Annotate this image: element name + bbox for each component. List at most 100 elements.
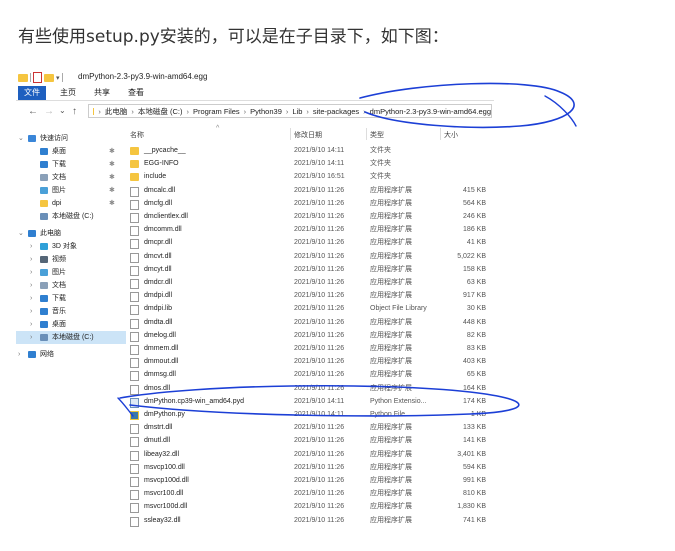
- file-row[interactable]: msvcr100d.dll 2021/9/10 11:26 应用程序扩展 1,830 …: [126, 500, 494, 514]
- file-date: 2021/9/10 14:11: [294, 160, 345, 168]
- chevron-down-icon[interactable]: ⌄: [18, 227, 24, 240]
- nav-item[interactable]: ⌄ 快速访问: [16, 132, 126, 145]
- column-divider[interactable]: [366, 128, 367, 140]
- nav-item[interactable]: › 图片: [16, 266, 126, 279]
- file-name: dmclientlex.dll: [144, 213, 188, 220]
- nav-item[interactable]: › 音乐: [16, 305, 126, 318]
- column-header-type[interactable]: 类型: [370, 130, 384, 140]
- file-row[interactable]: libeay32.dll 2021/9/10 11:26 应用程序扩展 3,401 K…: [126, 448, 494, 461]
- file-row[interactable]: dmdta.dll 2021/9/10 11:26 应用程序扩展 448 KB: [126, 316, 494, 329]
- chevron-right-icon[interactable]: ›: [30, 292, 32, 305]
- file-row[interactable]: msvcp100.dll 2021/9/10 11:26 应用程序扩展 594 KB: [126, 461, 494, 474]
- breadcrumb-site-packages[interactable]: site-packages: [313, 107, 359, 116]
- chevron-right-icon[interactable]: ›: [30, 305, 32, 318]
- address-bar[interactable]: › 此电脑 › 本地磁盘 (C:) › Program Files › Pyth…: [88, 104, 492, 118]
- breadcrumb-local-disk[interactable]: 本地磁盘 (C:): [138, 106, 183, 117]
- file-type: 文件夹: [370, 160, 391, 168]
- file-icon: [130, 384, 139, 395]
- file-row[interactable]: dmos.dll 2021/9/10 11:26 应用程序扩展 164 KB: [126, 382, 494, 395]
- file-name: dmdcr.dll: [144, 279, 173, 286]
- recent-locations-chevron-icon[interactable]: ⌄: [59, 106, 66, 115]
- column-header-name[interactable]: 名称: [130, 130, 144, 140]
- nav-item[interactable]: dpi ✱: [16, 197, 126, 210]
- file-row[interactable]: msvcp100d.dll 2021/9/10 11:26 应用程序扩展 991 KB: [126, 474, 494, 487]
- column-header-date[interactable]: 修改日期: [294, 130, 322, 140]
- file-row[interactable]: dmPython.py 2021/9/10 14:11 Python File 1 K…: [126, 408, 494, 421]
- nav-item[interactable]: 图片 ✱: [16, 184, 126, 197]
- nav-item[interactable]: › 下载: [16, 292, 126, 305]
- file-row[interactable]: dmcvt.dll 2021/9/10 11:26 应用程序扩展 5,022 KB: [126, 250, 494, 263]
- file-row[interactable]: msvcr100.dll 2021/9/10 11:26 应用程序扩展 810 KB: [126, 487, 494, 501]
- breadcrumb-lib[interactable]: Lib: [292, 107, 302, 116]
- breadcrumb-this-pc[interactable]: 此电脑: [105, 106, 128, 117]
- file-row[interactable]: dmdpi.lib 2021/9/10 11:26 Object File Libr…: [126, 302, 494, 316]
- new-folder-icon[interactable]: [44, 73, 54, 82]
- column-divider[interactable]: [440, 128, 441, 140]
- nav-item[interactable]: 文档 ✱: [16, 171, 126, 184]
- column-header-size[interactable]: 大小: [444, 130, 458, 140]
- column-divider[interactable]: [290, 128, 291, 140]
- nav-item[interactable]: › 桌面: [16, 318, 126, 331]
- nav-item[interactable]: › 视频: [16, 253, 126, 266]
- tab-file[interactable]: 文件: [18, 86, 46, 100]
- tab-view[interactable]: 查看: [122, 86, 150, 100]
- file-type: 应用程序扩展: [370, 186, 412, 194]
- chevron-right-icon[interactable]: ›: [30, 240, 32, 253]
- file-row[interactable]: dmutl.dll 2021/9/10 11:26 应用程序扩展 141 KB: [126, 434, 494, 448]
- file-row[interactable]: dmcfg.dll 2021/9/10 11:26 应用程序扩展 564 KB: [126, 197, 494, 210]
- file-row[interactable]: dmstrt.dll 2021/9/10 11:26 应用程序扩展 133 KB: [126, 421, 494, 435]
- file-type: 应用程序扩展: [370, 239, 412, 247]
- file-row[interactable]: __pycache__ 2021/9/10 14:11 文件夹: [126, 144, 494, 157]
- chevron-right-icon[interactable]: ›: [18, 348, 20, 361]
- file-row[interactable]: dmmout.dll 2021/9/10 11:26 应用程序扩展 403 KB: [126, 355, 494, 369]
- file-row[interactable]: dmelog.dll 2021/9/10 11:26 应用程序扩展 82 KB: [126, 329, 494, 342]
- sort-ascending-icon: ^: [216, 125, 220, 132]
- file-name: dmcvt.dll: [144, 252, 172, 260]
- chevron-right-icon[interactable]: ›: [30, 266, 32, 279]
- file-row[interactable]: ssleay32.dll 2021/9/10 11:26 应用程序扩展 741 KB: [126, 514, 494, 527]
- nav-item[interactable]: › 3D 对象: [16, 240, 126, 253]
- pin-icon: ✱: [109, 161, 115, 168]
- nav-item[interactable]: › 本地磁盘 (C:): [16, 331, 126, 344]
- chevron-right-icon[interactable]: ›: [30, 279, 32, 292]
- nav-item[interactable]: 下载 ✱: [16, 158, 126, 171]
- nav-item[interactable]: 本地磁盘 (C:): [16, 210, 126, 223]
- chevron-right-icon[interactable]: ›: [30, 253, 32, 266]
- file-row[interactable]: dmcalc.dll 2021/9/10 11:26 应用程序扩展 415 KB: [126, 184, 494, 197]
- properties-icon[interactable]: [33, 72, 42, 83]
- file-row[interactable]: dmcomm.dll 2021/9/10 11:26 应用程序扩展 186 KB: [126, 223, 494, 237]
- file-row[interactable]: dmmem.dll 2021/9/10 11:26 应用程序扩展 83 KB: [126, 342, 494, 355]
- file-row[interactable]: include 2021/9/10 16:51 文件夹: [126, 170, 494, 183]
- file-row[interactable]: EGG-INFO 2021/9/10 14:11 文件夹: [126, 157, 494, 170]
- file-type: 应用程序扩展: [370, 226, 412, 234]
- file-row[interactable]: dmmsg.dll 2021/9/10 11:26 应用程序扩展 65 KB: [126, 368, 494, 382]
- breadcrumb-egg-folder[interactable]: dmPython-2.3-py3.9-win-amd64.egg: [370, 107, 491, 116]
- nav-item[interactable]: › 网络: [16, 348, 126, 361]
- file-row[interactable]: dmdcr.dll 2021/9/10 11:26 应用程序扩展 63 KB: [126, 276, 494, 289]
- breadcrumb-program-files[interactable]: Program Files: [193, 107, 240, 116]
- file-name: dmcomm.dll: [144, 226, 182, 234]
- file-row[interactable]: dmPython.cp39-win_amd64.pyd 2021/9/10 14:…: [126, 395, 494, 408]
- customize-toolbar-icon[interactable]: ▾: [56, 74, 60, 82]
- up-arrow-icon[interactable]: ↑: [72, 106, 77, 117]
- file-row[interactable]: dmdpi.dll 2021/9/10 11:26 应用程序扩展 917 KB: [126, 289, 494, 303]
- chevron-right-icon[interactable]: ›: [30, 331, 32, 344]
- file-date: 2021/9/10 11:26: [294, 239, 345, 247]
- tab-home[interactable]: 主页: [54, 86, 82, 100]
- forward-arrow-icon[interactable]: →: [44, 106, 54, 117]
- file-row[interactable]: dmcyt.dll 2021/9/10 11:26 应用程序扩展 158 KB: [126, 263, 494, 276]
- breadcrumb-python39[interactable]: Python39: [250, 107, 282, 116]
- chevron-down-icon[interactable]: ⌄: [18, 132, 24, 145]
- file-size: 594 KB: [463, 463, 486, 471]
- file-size: 1 KB: [470, 411, 486, 418]
- chevron-right-icon[interactable]: ›: [30, 318, 32, 331]
- file-row[interactable]: dmclientlex.dll 2021/9/10 11:26 应用程序扩展 246 …: [126, 210, 494, 223]
- quick-access-toolbar: ▾: [18, 72, 63, 83]
- nav-item[interactable]: ⌄ 此电脑: [16, 227, 126, 240]
- tab-share[interactable]: 共享: [88, 86, 116, 100]
- nav-item-label: 此电脑: [40, 230, 61, 237]
- back-arrow-icon[interactable]: ←: [28, 106, 38, 117]
- file-row[interactable]: dmcpr.dll 2021/9/10 11:26 应用程序扩展 41 KB: [126, 236, 494, 250]
- nav-item[interactable]: › 文档: [16, 279, 126, 292]
- nav-item[interactable]: 桌面 ✱: [16, 145, 126, 158]
